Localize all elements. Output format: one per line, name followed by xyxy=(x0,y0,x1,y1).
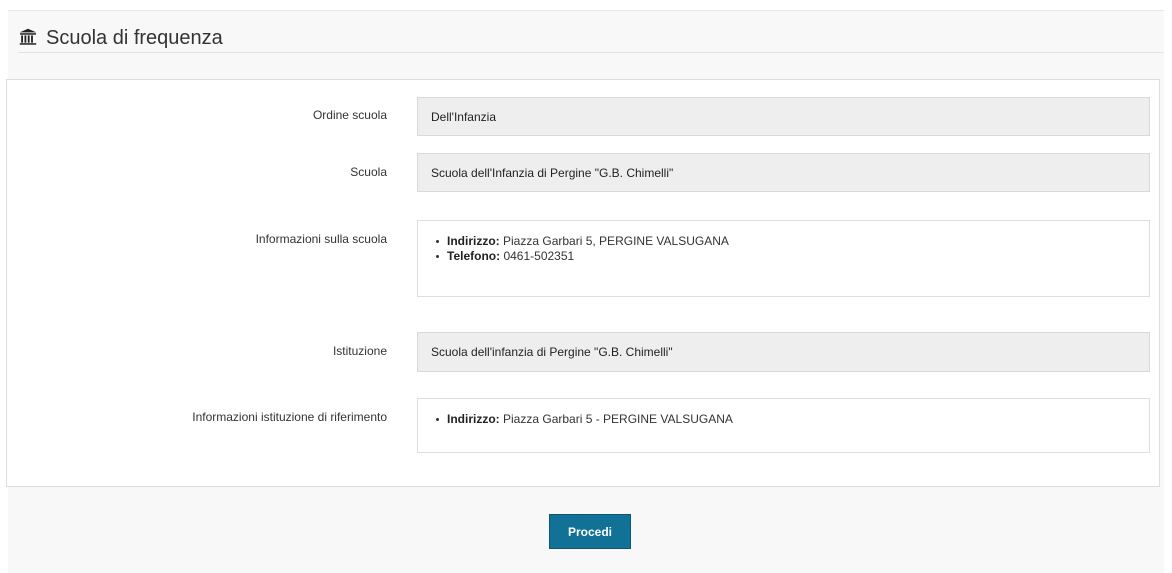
institution-icon xyxy=(18,27,38,47)
list-item: Indirizzo: Piazza Garbari 5 - PERGINE VA… xyxy=(418,412,1149,427)
informazioni-scuola-box: Indirizzo: Piazza Garbari 5, PERGINE VAL… xyxy=(417,220,1150,297)
istituzione-field: Scuola dell'infanzia di Pergine "G.B. Ch… xyxy=(417,332,1150,372)
telefono-key: Telefono: xyxy=(447,249,501,263)
ordine-scuola-label: Ordine scuola xyxy=(312,108,387,122)
scuola-field: Scuola dell'Infanzia di Pergine "G.B. Ch… xyxy=(417,153,1150,192)
informazioni-istituzione-box: Indirizzo: Piazza Garbari 5 - PERGINE VA… xyxy=(417,398,1150,453)
section-title: Scuola di frequenza xyxy=(46,26,223,49)
list-item: Telefono: 0461-502351 xyxy=(418,249,1149,264)
ordine-scuola-field: Dell'Infanzia xyxy=(417,97,1150,136)
section-header: Scuola di frequenza xyxy=(18,22,1164,53)
indirizzo-value: Piazza Garbari 5, PERGINE VALSUGANA xyxy=(503,234,729,248)
informazioni-istituzione-label: Informazioni istituzione di riferimento xyxy=(192,410,387,424)
informazioni-scuola-list: Indirizzo: Piazza Garbari 5, PERGINE VAL… xyxy=(418,221,1149,264)
informazioni-istituzione-list: Indirizzo: Piazza Garbari 5 - PERGINE VA… xyxy=(418,399,1149,427)
telefono-value: 0461-502351 xyxy=(503,249,575,263)
informazioni-scuola-label: Informazioni sulla scuola xyxy=(255,232,387,246)
procedi-button[interactable]: Procedi xyxy=(549,514,631,549)
school-attendance-panel: Ordine scuola Dell'Infanzia Scuola Scuol… xyxy=(6,79,1160,487)
indirizzo-istituzione-value: Piazza Garbari 5 - PERGINE VALSUGANA xyxy=(503,412,733,426)
indirizzo-key: Indirizzo: xyxy=(447,234,500,248)
scuola-label: Scuola xyxy=(350,165,387,179)
istituzione-label: Istituzione xyxy=(332,344,387,358)
indirizzo-istituzione-key: Indirizzo: xyxy=(447,412,500,426)
list-item: Indirizzo: Piazza Garbari 5, PERGINE VAL… xyxy=(418,234,1149,249)
